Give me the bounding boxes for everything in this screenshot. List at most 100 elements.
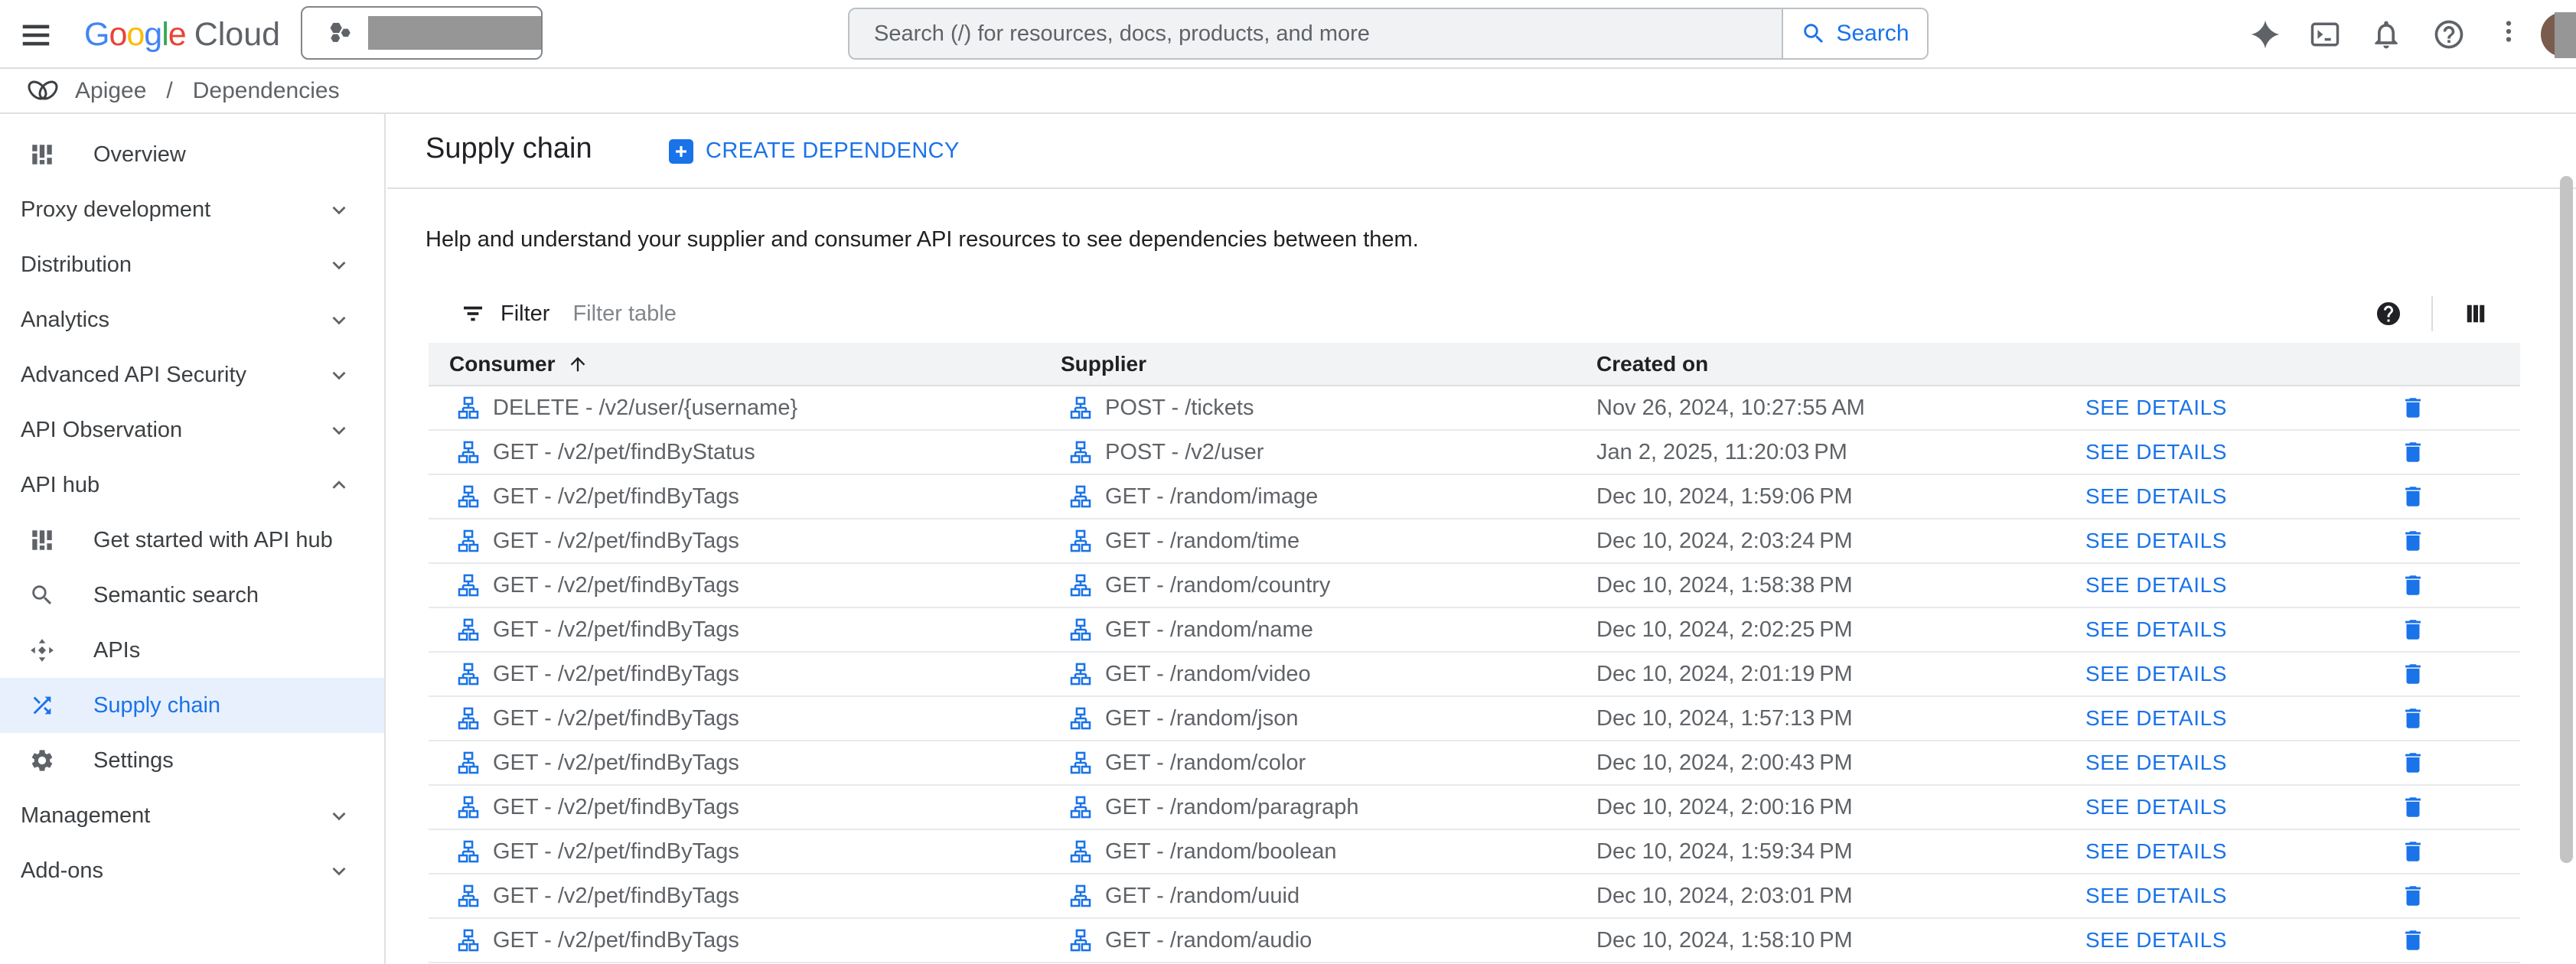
hamburger-menu-icon[interactable] [18,18,54,53]
column-header-supplier[interactable]: Supplier [1041,352,1569,376]
sidebar-item-management[interactable]: Management [0,788,384,843]
see-details-link[interactable]: SEE DETAILS [2085,795,2227,819]
see-details-link[interactable]: SEE DETAILS [2085,662,2227,686]
delete-icon[interactable] [2400,395,2426,421]
sidebar-item-label: Management [21,803,150,829]
sidebar-item-label: Analytics [21,308,109,333]
add-icon [669,139,693,164]
delete-icon[interactable] [2400,484,2426,510]
api-operation-tree-icon [1068,884,1093,908]
delete-icon[interactable] [2400,439,2426,465]
column-header-consumer[interactable]: Consumer [449,352,555,376]
filter-icon [461,301,485,326]
consumer-operation: GET - /v2/pet/findByTags [493,928,739,953]
see-details-link[interactable]: SEE DETAILS [2085,396,2227,419]
header-divider [387,187,2576,189]
delete-icon[interactable] [2400,839,2426,865]
see-details-link[interactable]: SEE DETAILS [2085,573,2227,597]
api-operation-tree-icon [456,396,481,420]
sort-ascending-icon[interactable] [567,353,589,375]
see-details-link[interactable]: SEE DETAILS [2085,484,2227,508]
supplier-cell: GET - /random/video [1041,662,1569,687]
filter-table-input[interactable]: Filter table [572,301,676,327]
supplier-cell: GET - /random/name [1041,617,1569,643]
cloud-shell-icon[interactable] [2308,18,2342,51]
column-settings-icon[interactable] [2462,300,2490,327]
chevron-down-icon [328,198,351,221]
sidebar-item-analytics[interactable]: Analytics [0,292,384,347]
supplier-operation: GET - /random/audio [1105,928,1312,953]
supplier-operation: GET - /random/video [1105,662,1311,687]
consumer-cell: GET - /v2/pet/findByTags [429,795,1041,820]
delete-icon[interactable] [2400,617,2426,643]
search-input[interactable]: Search (/) for resources, docs, products… [849,9,1782,58]
page-description: Help and understand your supplier and co… [426,227,1419,252]
project-picker[interactable] [301,6,543,60]
consumer-cell: GET - /v2/pet/findByTags [429,617,1041,643]
consumer-operation: GET - /v2/pet/findByStatus [493,440,755,465]
api-operation-tree-icon [1068,573,1093,598]
see-details-link[interactable]: SEE DETAILS [2085,839,2227,863]
api-operation-tree-icon [1068,751,1093,775]
api-operation-tree-icon [1068,529,1093,553]
sidebar-item-label: API hub [21,473,99,498]
breadcrumb-separator: / [166,78,172,104]
see-details-link[interactable]: SEE DETAILS [2085,529,2227,552]
table-row: GET - /v2/pet/findByTags GET - /random/i… [429,475,2520,519]
delete-icon[interactable] [2400,883,2426,909]
sidebar-item-get-started-api-hub[interactable]: Get started with API hub [0,513,384,568]
main-content: Supply chain CREATE DEPENDENCY Help and … [387,114,2576,964]
sidebar-item-api-hub[interactable]: API hub [0,458,384,513]
sidebar-item-api-observation[interactable]: API Observation [0,402,384,458]
delete-icon[interactable] [2400,528,2426,554]
see-details-link[interactable]: SEE DETAILS [2085,440,2227,464]
create-dependency-button[interactable]: CREATE DEPENDENCY [669,138,960,164]
chevron-down-icon [328,253,351,276]
table-row: GET - /v2/pet/findByTags GET - /random/c… [429,564,2520,608]
created-on-cell: Dec 10, 2024, 1:57:13 PM [1569,706,2058,731]
delete-icon[interactable] [2400,927,2426,953]
delete-icon[interactable] [2400,705,2426,731]
gemini-sparkle-icon[interactable] [2248,18,2282,51]
sidebar-item-label: Semantic search [93,583,259,608]
see-details-link[interactable]: SEE DETAILS [2085,928,2227,952]
more-options-icon[interactable] [2495,18,2522,51]
sidebar-item-overview[interactable]: Overview [0,127,384,182]
see-details-link[interactable]: SEE DETAILS [2085,617,2227,641]
column-header-created-on[interactable]: Created on [1569,352,2058,376]
sidebar-item-add-ons[interactable]: Add-ons [0,843,384,898]
supplier-operation: GET - /random/name [1105,617,1313,643]
consumer-cell: GET - /v2/pet/findByTags [429,662,1041,687]
sidebar-item-apis[interactable]: APIs [0,623,384,678]
sidebar-item-proxy-development[interactable]: Proxy development [0,182,384,237]
delete-icon[interactable] [2400,794,2426,820]
api-operation-tree-icon [456,751,481,775]
help-icon[interactable] [2432,18,2466,51]
sidebar-item-advanced-api-security[interactable]: Advanced API Security [0,347,384,402]
delete-icon[interactable] [2400,572,2426,598]
sidebar-item-supply-chain[interactable]: Supply chain [0,678,384,733]
shuffle-icon [29,692,55,718]
sidebar-item-settings[interactable]: Settings [0,733,384,788]
table-row: GET - /v2/pet/findByTags GET - /random/u… [429,874,2520,919]
table-help-icon[interactable] [2375,300,2402,327]
logo-letter: g [144,16,161,54]
created-on-cell: Nov 26, 2024, 10:27:55 AM [1569,396,2058,421]
delete-icon[interactable] [2400,661,2426,687]
see-details-link[interactable]: SEE DETAILS [2085,751,2227,774]
sidebar-item-semantic-search[interactable]: Semantic search [0,568,384,623]
vertical-scrollbar[interactable] [2560,176,2573,863]
sidebar-item-distribution[interactable]: Distribution [0,237,384,292]
sidebar-nav: Overview Proxy development Distribution … [0,114,386,964]
created-on-cell: Dec 10, 2024, 2:01:19 PM [1569,662,2058,687]
breadcrumb-product[interactable]: Apigee [75,78,146,104]
see-details-link[interactable]: SEE DETAILS [2085,706,2227,730]
consumer-cell: DELETE - /v2/user/{username} [429,396,1041,421]
delete-icon[interactable] [2400,750,2426,776]
chevron-up-icon [328,474,351,497]
search-button[interactable]: Search [1782,9,1927,58]
table-row: GET - /v2/pet/findByTags GET - /random/t… [429,519,2520,564]
see-details-link[interactable]: SEE DETAILS [2085,884,2227,907]
notifications-bell-icon[interactable] [2369,18,2403,51]
supplier-cell: GET - /random/image [1041,484,1569,510]
